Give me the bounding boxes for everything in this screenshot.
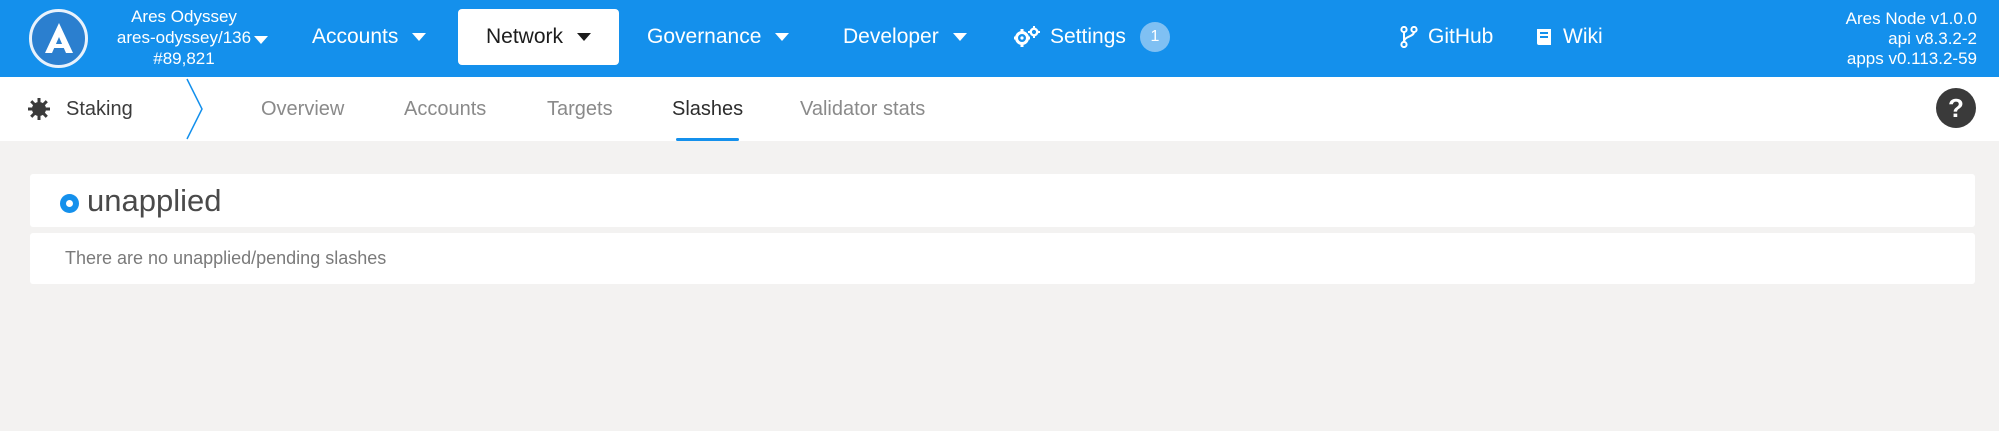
tab-overview[interactable]: Overview [261, 77, 344, 141]
staking-gear-icon [28, 98, 50, 120]
tab-slashes[interactable]: Slashes [672, 77, 743, 141]
section-title-label: Staking [66, 97, 133, 120]
menu-governance[interactable]: Governance [647, 9, 790, 65]
wiki-link[interactable]: Wiki [1535, 9, 1603, 65]
breadcrumb-chevron-icon [186, 78, 203, 140]
link-label: Wiki [1563, 25, 1603, 48]
apps-version: apps v0.113.2-59 [1846, 49, 1977, 68]
menu-label: Settings [1050, 25, 1126, 48]
unapplied-section-header: unapplied [30, 174, 1975, 227]
radio-selected-icon[interactable] [60, 194, 79, 213]
tab-label: Overview [261, 97, 345, 120]
api-version: api v8.3.2-2 [1888, 29, 1977, 48]
tab-label: Targets [547, 97, 613, 120]
book-icon [1535, 27, 1553, 47]
menu-network[interactable]: Network [458, 9, 620, 65]
menu-accounts[interactable]: Accounts [312, 9, 427, 65]
sub-navigation-bar: Staking Overview Accounts Targets Slashe… [0, 77, 1999, 141]
settings-notification-badge: 1 [1139, 22, 1170, 52]
section-title: Staking [28, 77, 133, 141]
top-navigation-bar: Ares Odyssey ares-odyssey/136 #89,821 Ac… [0, 0, 1999, 77]
menu-label: Network [486, 25, 564, 48]
github-link[interactable]: GitHub [1400, 9, 1493, 65]
menu-settings[interactable]: Settings 1 [1014, 9, 1170, 65]
help-button[interactable]: ? [1936, 88, 1976, 128]
chevron-down-icon [577, 33, 592, 41]
node-version-info: Ares Node v1.0.0 api v8.3.2-2 apps v0.11… [1846, 9, 1977, 69]
branch-icon [1400, 26, 1418, 48]
tab-accounts[interactable]: Accounts [404, 77, 486, 141]
tab-targets[interactable]: Targets [547, 77, 613, 141]
chain-block-number: #89,821 [153, 49, 215, 68]
ares-logo-icon[interactable] [29, 9, 88, 68]
gears-icon [1014, 26, 1040, 48]
menu-developer[interactable]: Developer [843, 9, 967, 65]
menu-label: Governance [647, 25, 762, 48]
chevron-down-icon [412, 33, 427, 41]
link-label: GitHub [1428, 25, 1494, 48]
chain-runtime: ares-odyssey/136 [116, 28, 252, 47]
chain-name: Ares Odyssey [131, 7, 237, 26]
empty-state-message: There are no unapplied/pending slashes [65, 248, 387, 268]
tab-validator-stats[interactable]: Validator stats [800, 77, 925, 141]
slashes-table: There are no unapplied/pending slashes [30, 233, 1975, 284]
chevron-down-icon [775, 33, 790, 41]
menu-label: Accounts [312, 25, 399, 48]
tab-label: Accounts [404, 97, 487, 120]
menu-label: Developer [843, 25, 939, 48]
tab-label: Slashes [672, 97, 744, 120]
chevron-down-icon [254, 36, 268, 44]
tab-label: Validator stats [800, 97, 926, 120]
node-name: Ares Node v1.0.0 [1845, 9, 1977, 28]
chain-selector[interactable]: Ares Odyssey ares-odyssey/136 #89,821 [98, 6, 270, 69]
section-heading: unapplied [87, 183, 222, 218]
chevron-down-icon [952, 33, 967, 41]
